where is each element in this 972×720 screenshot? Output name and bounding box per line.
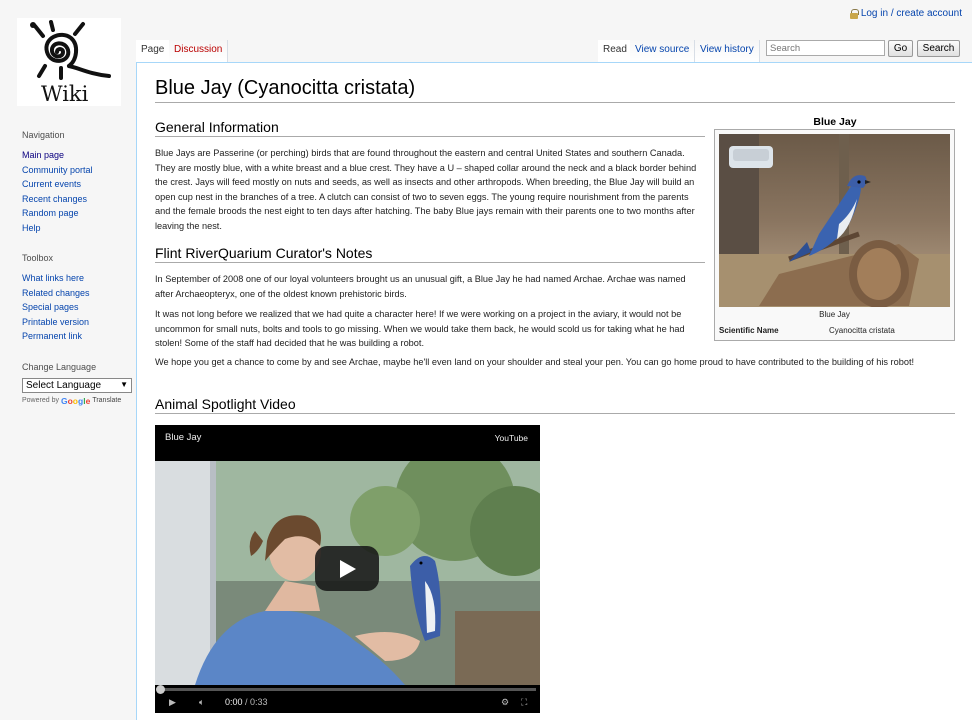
paragraph-curators-notes-2: It was not long before we realized that …	[155, 309, 685, 349]
powered-by-label: Powered by	[22, 397, 59, 404]
logo-wordmark: Wiki	[41, 82, 89, 106]
volume-icon[interactable]: 🔈︎	[199, 697, 204, 708]
paragraph-curators-notes-1: In September of 2008 one of our loyal vo…	[155, 274, 686, 299]
video-time-total: / 0:33	[245, 697, 268, 707]
infobox-title: Blue Jay	[813, 116, 857, 128]
paragraph-general-information: Blue Jays are Passerine (or perching) bi…	[155, 148, 697, 231]
site-logo[interactable]: Wiki	[17, 18, 121, 106]
play-overlay-button[interactable]	[315, 546, 379, 591]
search-button[interactable]: Search	[917, 40, 960, 57]
tab-discussion[interactable]: Discussion	[169, 40, 229, 62]
sidebar-item-printable-version[interactable]: Printable version	[22, 315, 136, 330]
play-icon[interactable]: ▶	[169, 697, 176, 708]
page-title: Blue Jay (Cyanocitta cristata)	[155, 77, 955, 103]
tab-view-history[interactable]: View history	[695, 40, 760, 62]
paragraph-curators-notes-3: We hope you get a chance to come by and …	[155, 357, 915, 367]
navigation-portlet: Navigation Main page Community portal Cu…	[0, 130, 136, 235]
video-title[interactable]: Blue Jay	[165, 432, 201, 443]
sidebar-item-help[interactable]: Help	[22, 221, 136, 236]
language-heading: Change Language	[22, 361, 97, 372]
sidebar-item-related-changes[interactable]: Related changes	[22, 286, 136, 301]
settings-gear-icon[interactable]: ⚙︎	[501, 697, 509, 708]
spiral-creature-logo	[30, 20, 111, 80]
sidebar: Navigation Main page Community portal Cu…	[0, 130, 136, 424]
powered-by-google: Powered by Google Translate	[22, 396, 136, 406]
video-time: 0:00 / 0:33	[225, 697, 268, 707]
infobox-row-value: Cyanocitta cristata	[829, 326, 895, 335]
sidebar-item-permanent-link[interactable]: Permanent link	[22, 329, 136, 344]
toolbox-heading: Toolbox	[22, 253, 54, 263]
login-link[interactable]: Log in / create account	[861, 8, 962, 19]
sidebar-item-current-events[interactable]: Current events	[22, 177, 136, 192]
go-button[interactable]: Go	[888, 40, 913, 57]
personal-tools: Log in / create account	[849, 8, 962, 19]
infobox-row-scientific-name: Scientific Name Cyanocitta cristata	[719, 326, 950, 335]
lock-icon	[849, 8, 859, 19]
video-time-current: 0:00	[225, 697, 243, 707]
search-input[interactable]	[766, 40, 885, 56]
sidebar-item-recent-changes[interactable]: Recent changes	[22, 192, 136, 207]
dropdown-caret-icon: ▼	[120, 379, 128, 389]
google-logo[interactable]: Google	[61, 396, 90, 406]
sidebar-item-main-page[interactable]: Main page	[22, 148, 136, 163]
video-player[interactable]: Blue Jay YouTube ▶ 🔈︎ 0:00 / 0:33 ⚙︎ ⛶	[155, 425, 540, 713]
sidebar-item-community-portal[interactable]: Community portal	[22, 163, 136, 178]
sidebar-item-special-pages[interactable]: Special pages	[22, 300, 136, 315]
language-select-value: Select Language	[26, 379, 102, 391]
infobox: Blue Jay Scientific Name Cyanocitta cris…	[714, 129, 955, 341]
video-progress-bar[interactable]	[159, 688, 536, 691]
section-heading-curators-notes: Flint RiverQuarium Curator's Notes	[155, 245, 705, 263]
video-scrubber-knob[interactable]	[156, 685, 165, 694]
language-select[interactable]: Select Language ▼	[22, 377, 132, 393]
fullscreen-icon[interactable]: ⛶	[521, 697, 527, 708]
tab-page[interactable]: Page	[136, 40, 171, 62]
infobox-row-label: Scientific Name	[719, 326, 779, 335]
tab-read[interactable]: Read	[598, 40, 633, 62]
toolbox-portlet: Toolbox What links here Related changes …	[0, 253, 136, 344]
sidebar-item-random-page[interactable]: Random page	[22, 206, 136, 221]
language-portlet: Change Language Select Language ▼ Powere…	[0, 362, 136, 406]
youtube-logo[interactable]: YouTube	[495, 433, 528, 443]
navigation-heading: Navigation	[22, 130, 65, 140]
blue-jay-photo[interactable]	[719, 134, 950, 307]
tab-view-source[interactable]: View source	[630, 40, 696, 62]
section-heading-animal-spotlight-video: Animal Spotlight Video	[155, 396, 955, 414]
infobox-caption: Blue Jay	[819, 310, 850, 319]
translate-label: Translate	[92, 397, 122, 404]
section-heading-general-information: General Information	[155, 119, 705, 137]
sidebar-item-what-links-here[interactable]: What links here	[22, 271, 136, 286]
content-area: Blue Jay (Cyanocitta cristata) General I…	[136, 62, 972, 720]
